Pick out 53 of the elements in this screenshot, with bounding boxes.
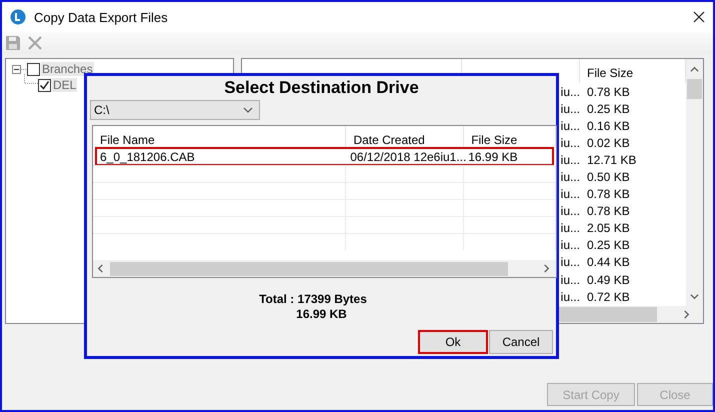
- drive-dropdown[interactable]: C:\: [90, 100, 260, 120]
- table-cell: 12.71 KB: [587, 152, 636, 167]
- table-cell: iu...: [560, 221, 580, 236]
- app-logo-icon: [10, 9, 26, 25]
- table-cell: 0.16 KB: [587, 118, 630, 133]
- column-header[interactable]: File Size: [464, 126, 556, 148]
- table-cell: iu...: [560, 238, 580, 252]
- table-cell: 0.25 KB: [587, 102, 630, 116]
- column-header[interactable]: Date Created: [346, 126, 464, 148]
- dropdown-caret-icon[interactable]: [243, 107, 253, 113]
- tree-item[interactable]: DEL: [52, 78, 78, 92]
- table-cell: 0.78 KB: [587, 187, 630, 202]
- table-cell: iu...: [560, 187, 580, 202]
- table-cell: iu...: [560, 255, 580, 270]
- table-cell: 0.02 KB: [587, 136, 630, 150]
- table-cell: 0.78 KB: [587, 84, 630, 99]
- window-title: Copy Data Export Files: [34, 10, 169, 24]
- table-cell: 0.72 KB: [587, 290, 630, 304]
- scroll-up-icon[interactable]: [690, 64, 699, 74]
- horizontal-scrollbar[interactable]: [93, 260, 556, 277]
- scroll-thumb[interactable]: [687, 79, 702, 99]
- table-cell: iu...: [560, 102, 580, 116]
- table-cell: iu...: [560, 170, 580, 184]
- table-row[interactable]: 6_0_181206.CAB 06/12/2018 12e6iu1...16.99 KB: [96, 148, 553, 165]
- table-cell: iu...: [560, 152, 580, 167]
- scroll-left-icon[interactable]: [96, 264, 104, 273]
- scroll-right-icon[interactable]: [682, 310, 690, 319]
- table-cell: 2.05 KB: [587, 221, 630, 236]
- column-header[interactable]: File Name: [93, 126, 346, 148]
- scroll-right-icon[interactable]: [542, 264, 550, 273]
- table-cell: iu...: [560, 290, 580, 304]
- total-size: 16.99 KB: [296, 307, 347, 322]
- scroll-down-icon[interactable]: [690, 292, 699, 300]
- checkbox[interactable]: [38, 78, 51, 92]
- dialog-button[interactable]: Ok: [418, 330, 488, 354]
- total-bytes: Total : 17399 Bytes: [259, 292, 367, 307]
- table-cell: iu...: [560, 272, 580, 287]
- table-cell: iu...: [560, 136, 580, 150]
- table-cell: iu...: [560, 84, 580, 99]
- table-cell: 0.49 KB: [587, 272, 630, 287]
- dialog-title: Select Destination Drive: [223, 77, 420, 99]
- table-cell: 0.44 KB: [587, 255, 630, 270]
- table-cell: 0.25 KB: [587, 238, 630, 252]
- vertical-scrollbar[interactable]: [686, 59, 703, 306]
- table-cell: 0.50 KB: [587, 170, 630, 184]
- checkbox[interactable]: [27, 62, 40, 76]
- close-icon[interactable]: [693, 11, 705, 23]
- table-cell: 0.78 KB: [587, 204, 630, 218]
- dialog-button[interactable]: Cancel: [489, 330, 553, 354]
- tree-item[interactable]: Branches: [41, 62, 94, 76]
- table-cell: iu...: [560, 118, 580, 133]
- collapse-icon[interactable]: [12, 64, 27, 74]
- table-cell: iu...: [560, 204, 580, 218]
